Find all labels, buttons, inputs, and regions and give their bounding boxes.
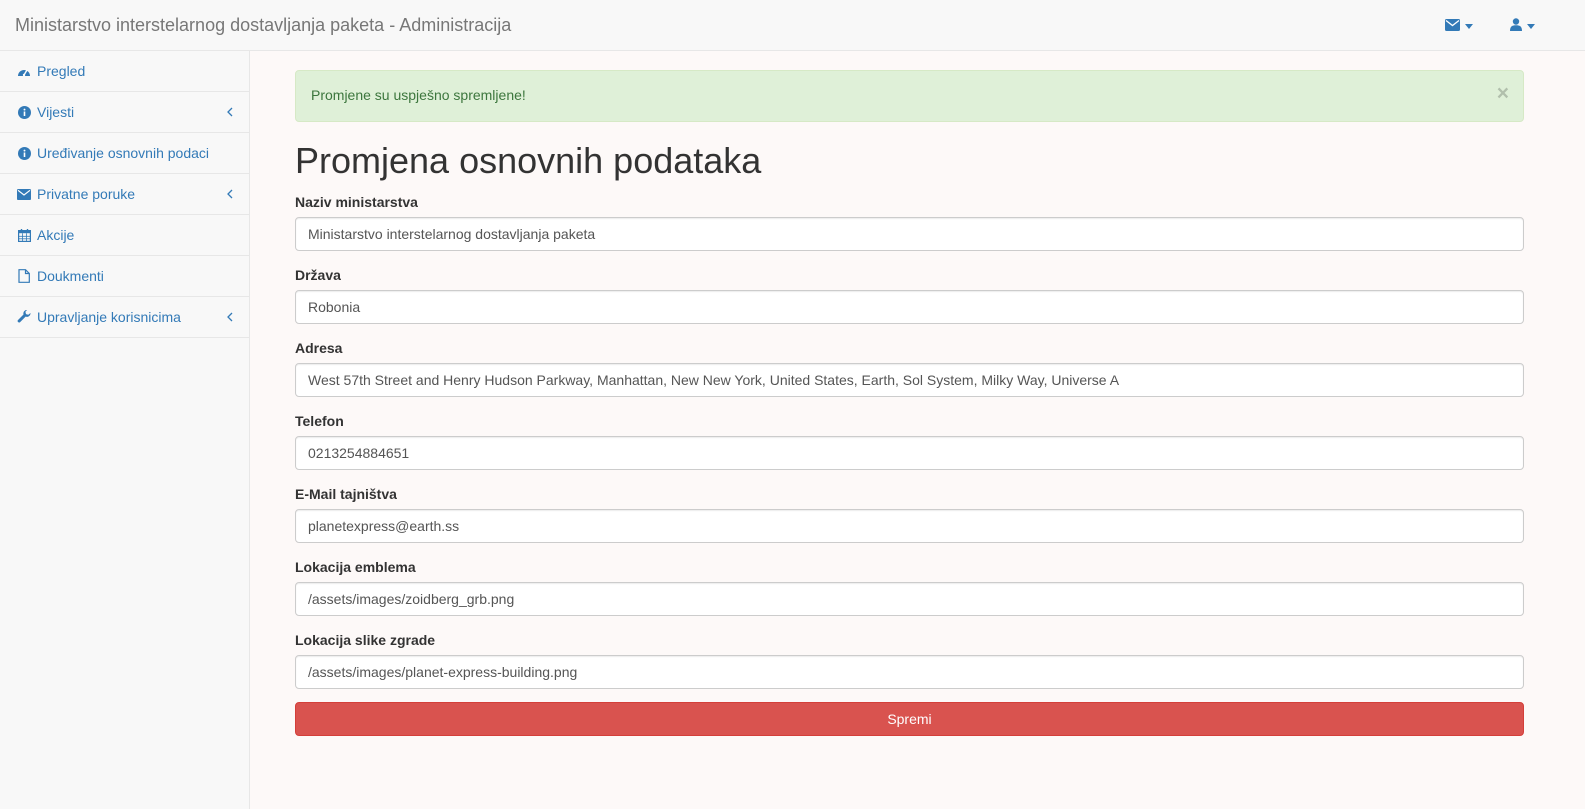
caret-down-icon xyxy=(1465,23,1473,29)
sidebar-item-label: Uređivanje osnovnih podaci xyxy=(37,145,209,161)
sidebar-item-upravljanje-korisnicima[interactable]: Upravljanje korisnicima xyxy=(0,297,249,338)
form-group-building-image: Lokacija slike zgrade xyxy=(295,630,1524,689)
app-brand-title[interactable]: Ministarstvo interstelarnog dostavljanja… xyxy=(15,15,511,35)
sidebar-item-privatne-poruke[interactable]: Privatne poruke xyxy=(0,174,249,215)
info-circle-icon xyxy=(17,146,31,160)
top-navbar: Ministarstvo interstelarnog dostavljanja… xyxy=(0,0,1585,51)
alert-message: Promjene su uspješno spremljene! xyxy=(311,87,526,103)
field-label: Lokacija slike zgrade xyxy=(295,632,436,648)
sidebar-item-doukmenti[interactable]: Doukmenti xyxy=(0,256,249,297)
caret-down-icon xyxy=(1527,23,1535,29)
field-label: Naziv ministarstva xyxy=(295,194,418,210)
field-label: Telefon xyxy=(295,413,344,429)
field-label: E-Mail tajništva xyxy=(295,486,397,502)
envelope-icon xyxy=(17,187,31,201)
messages-dropdown[interactable] xyxy=(1445,17,1473,35)
field-label: Država xyxy=(295,267,341,283)
form-group-emblem: Lokacija emblema xyxy=(295,557,1524,616)
envelope-icon xyxy=(1445,18,1460,34)
sidebar-item-pregled[interactable]: Pregled xyxy=(0,51,249,92)
sidebar-item-label: Pregled xyxy=(37,63,86,79)
form-group-drzava: Država xyxy=(295,265,1524,324)
address-input[interactable] xyxy=(295,363,1524,397)
sidebar-item-uredivanje-osnovnih-podaci[interactable]: Uređivanje osnovnih podaci xyxy=(0,133,249,174)
wrench-icon xyxy=(17,310,31,324)
user-dropdown[interactable] xyxy=(1510,17,1535,35)
form-group-telefon: Telefon xyxy=(295,411,1524,470)
country-input[interactable] xyxy=(295,290,1524,324)
sidebar-item-label: Akcije xyxy=(37,227,75,243)
save-button[interactable]: Spremi xyxy=(295,702,1524,736)
form-group-adresa: Adresa xyxy=(295,338,1524,397)
ministry-name-input[interactable] xyxy=(295,217,1524,251)
chevron-left-icon xyxy=(225,105,235,117)
sidebar-item-label: Upravljanje korisnicima xyxy=(37,309,181,325)
form-group-email: E-Mail tajništva xyxy=(295,484,1524,543)
user-icon xyxy=(1510,18,1522,34)
sidebar-item-vijesti[interactable]: Vijesti xyxy=(0,92,249,133)
field-label: Adresa xyxy=(295,340,343,356)
sidebar-item-akcije[interactable]: Akcije xyxy=(0,215,249,256)
field-label: Lokacija emblema xyxy=(295,559,416,575)
emblem-location-input[interactable] xyxy=(295,582,1524,616)
sidebar-item-label: Vijesti xyxy=(37,104,75,120)
page-title: Promjena osnovnih podataka xyxy=(295,140,762,181)
sidebar-item-label: Doukmenti xyxy=(37,268,104,284)
building-image-location-input[interactable] xyxy=(295,655,1524,689)
file-icon xyxy=(17,269,31,283)
chevron-left-icon xyxy=(225,187,235,199)
dashboard-icon xyxy=(17,64,31,78)
chevron-left-icon xyxy=(225,310,235,322)
close-icon[interactable]: × xyxy=(1497,83,1509,104)
calendar-icon xyxy=(17,228,31,242)
success-alert: Promjene su uspješno spremljene! × xyxy=(295,70,1524,122)
main-content: Promjene su uspješno spremljene! × Promj… xyxy=(250,51,1585,809)
form-group-naziv: Naziv ministarstva xyxy=(295,192,1524,251)
sidebar: Pregled Vijesti Uređivanje osnovnih poda… xyxy=(0,51,250,809)
info-circle-icon xyxy=(17,105,31,119)
sidebar-item-label: Privatne poruke xyxy=(37,186,136,202)
phone-input[interactable] xyxy=(295,436,1524,470)
email-input[interactable] xyxy=(295,509,1524,543)
